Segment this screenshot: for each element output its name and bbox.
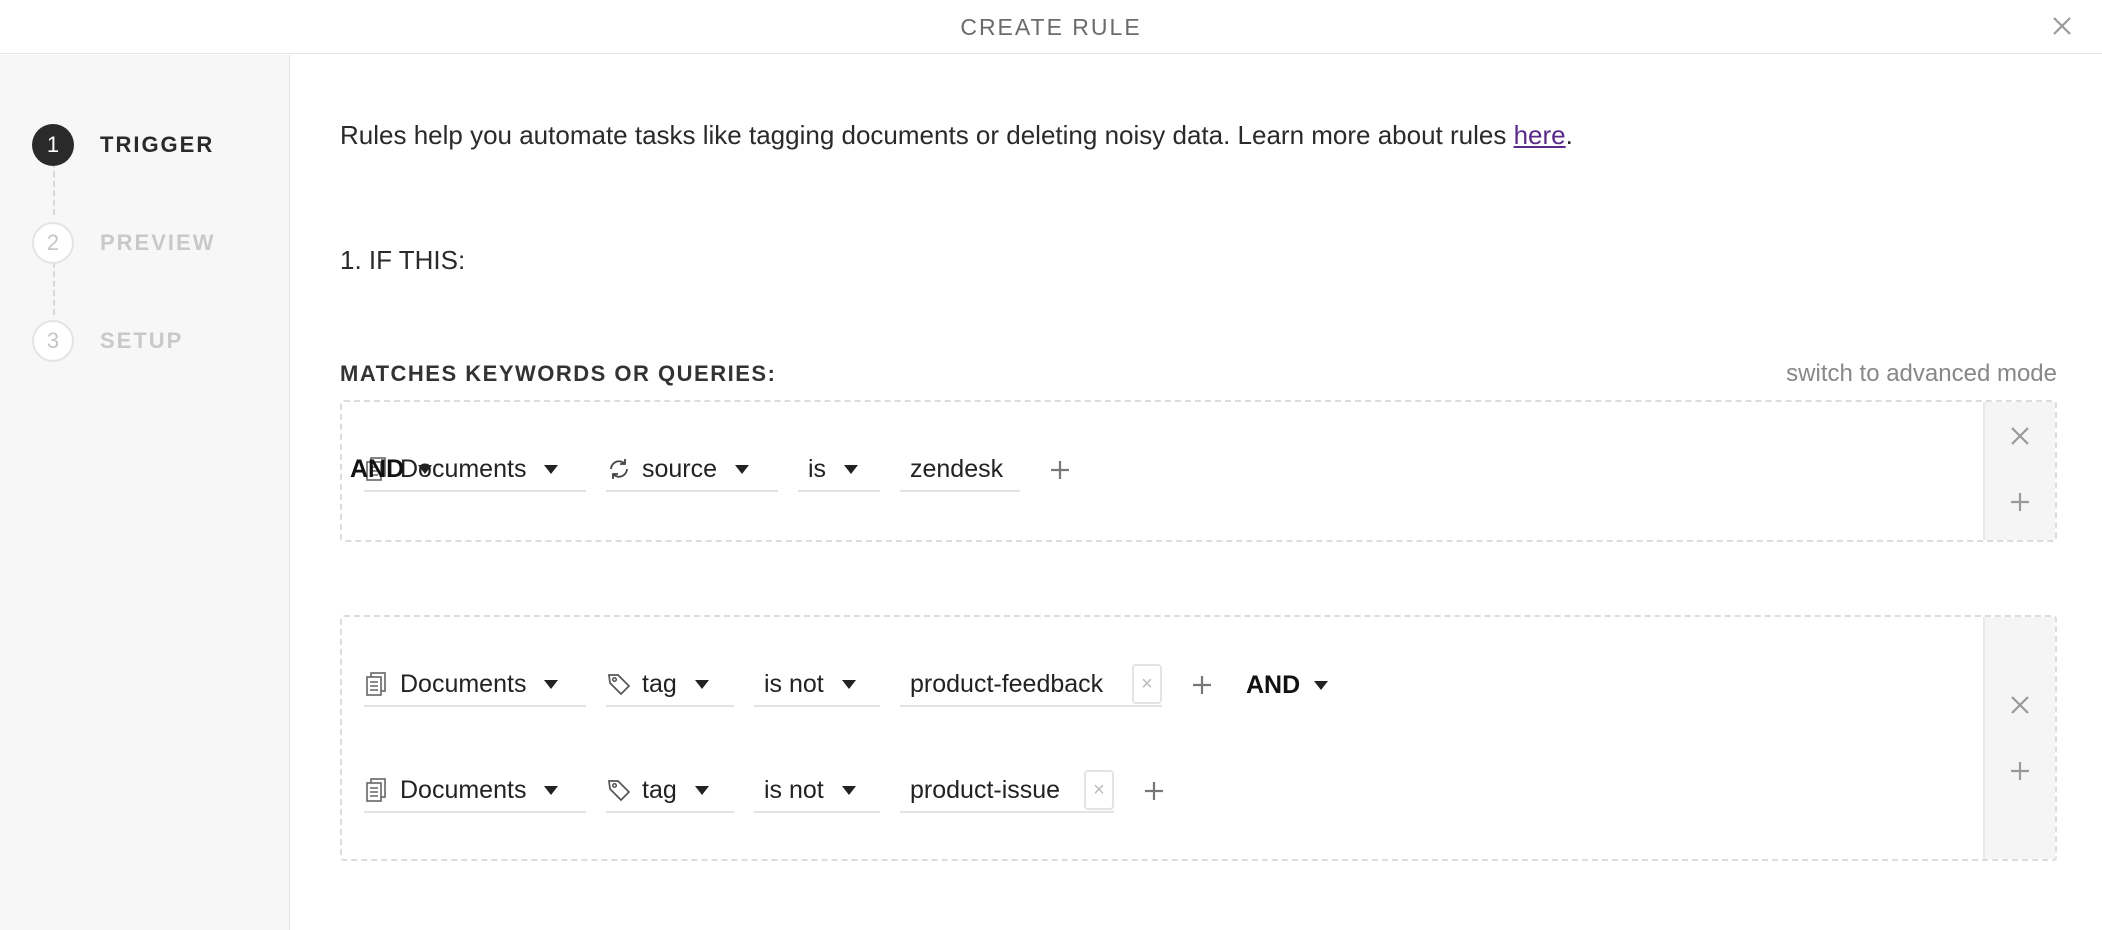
add-group-icon[interactable]	[2008, 490, 2032, 514]
value-input[interactable]: zendesk	[900, 448, 1020, 492]
query-group-2: Documents tag is not product-feedback ×	[340, 615, 2057, 861]
row-join-dropdown[interactable]: AND	[1246, 671, 1329, 700]
step-trigger[interactable]: 1 TRIGGER	[32, 123, 214, 167]
section-title: 1. IF THIS:	[340, 245, 466, 275]
remove-group-icon[interactable]	[2008, 424, 2032, 448]
advanced-mode-link[interactable]: switch to advanced mode	[1786, 360, 2057, 388]
query-row: Documents tag is not product-feedback ×	[364, 663, 1329, 707]
chevron-down-icon	[544, 679, 559, 689]
chevron-down-icon	[735, 464, 750, 474]
chevron-down-icon	[544, 464, 559, 474]
matches-label: MATCHES KEYWORDS OR QUERIES:	[340, 361, 777, 386]
query-row: Documents tag is not product-issue ×	[364, 769, 1198, 813]
step-number: 2	[32, 222, 74, 264]
add-condition-icon[interactable]	[1142, 779, 1166, 803]
step-label: PREVIEW	[100, 230, 216, 255]
operator-dropdown[interactable]: is not	[754, 769, 880, 813]
field-dropdown[interactable]: tag	[606, 663, 734, 707]
step-number: 1	[32, 124, 74, 166]
chevron-down-icon	[694, 785, 709, 795]
documents-icon	[364, 777, 390, 803]
close-icon[interactable]	[2050, 14, 2074, 38]
chevron-down-icon	[844, 464, 859, 474]
learn-more-link[interactable]: here	[1514, 120, 1566, 150]
chevron-down-icon	[544, 785, 559, 795]
field-dropdown[interactable]: tag	[606, 769, 734, 813]
query-row: Documents source is zendesk	[364, 448, 1104, 492]
step-preview[interactable]: 2 PREVIEW	[32, 221, 215, 265]
operator-dropdown[interactable]: is	[798, 448, 880, 492]
chevron-down-icon	[694, 679, 709, 689]
group-actions	[1983, 617, 2055, 859]
value-input[interactable]: product-feedback ×	[900, 663, 1162, 707]
intro-text: Rules help you automate tasks like taggi…	[340, 120, 1573, 150]
clear-value-icon[interactable]: ×	[1132, 664, 1162, 704]
steps-sidebar: 1 TRIGGER 2 PREVIEW 3 SETUP	[0, 55, 290, 930]
operator-dropdown[interactable]: is not	[754, 663, 880, 707]
chevron-down-icon	[841, 679, 856, 689]
clear-value-icon[interactable]: ×	[1084, 770, 1114, 810]
modal-title: CREATE RULE	[960, 14, 1142, 40]
chevron-down-icon	[841, 785, 856, 795]
add-group-icon[interactable]	[2008, 759, 2032, 783]
tag-icon	[606, 671, 632, 697]
chevron-down-icon	[1314, 680, 1329, 690]
entity-dropdown[interactable]: Documents	[364, 663, 586, 707]
step-number: 3	[32, 320, 74, 362]
chevron-down-icon	[418, 465, 433, 474]
add-condition-icon[interactable]	[1190, 673, 1214, 697]
source-cycle-icon	[606, 456, 632, 482]
step-label: TRIGGER	[100, 132, 215, 157]
value-input[interactable]: product-issue ×	[900, 769, 1114, 813]
add-condition-icon[interactable]	[1048, 458, 1072, 482]
entity-dropdown[interactable]: Documents	[364, 769, 586, 813]
tag-icon	[606, 777, 632, 803]
query-group-1: Documents source is zendesk	[340, 400, 2057, 542]
group-join-dropdown[interactable]: AND	[350, 455, 433, 484]
step-label: SETUP	[100, 328, 184, 353]
group-actions	[1983, 402, 2055, 540]
remove-group-icon[interactable]	[2008, 693, 2032, 717]
field-dropdown[interactable]: source	[606, 448, 778, 492]
modal-header: CREATE RULE	[0, 0, 2102, 54]
step-setup[interactable]: 3 SETUP	[32, 319, 183, 363]
documents-icon	[364, 671, 390, 697]
